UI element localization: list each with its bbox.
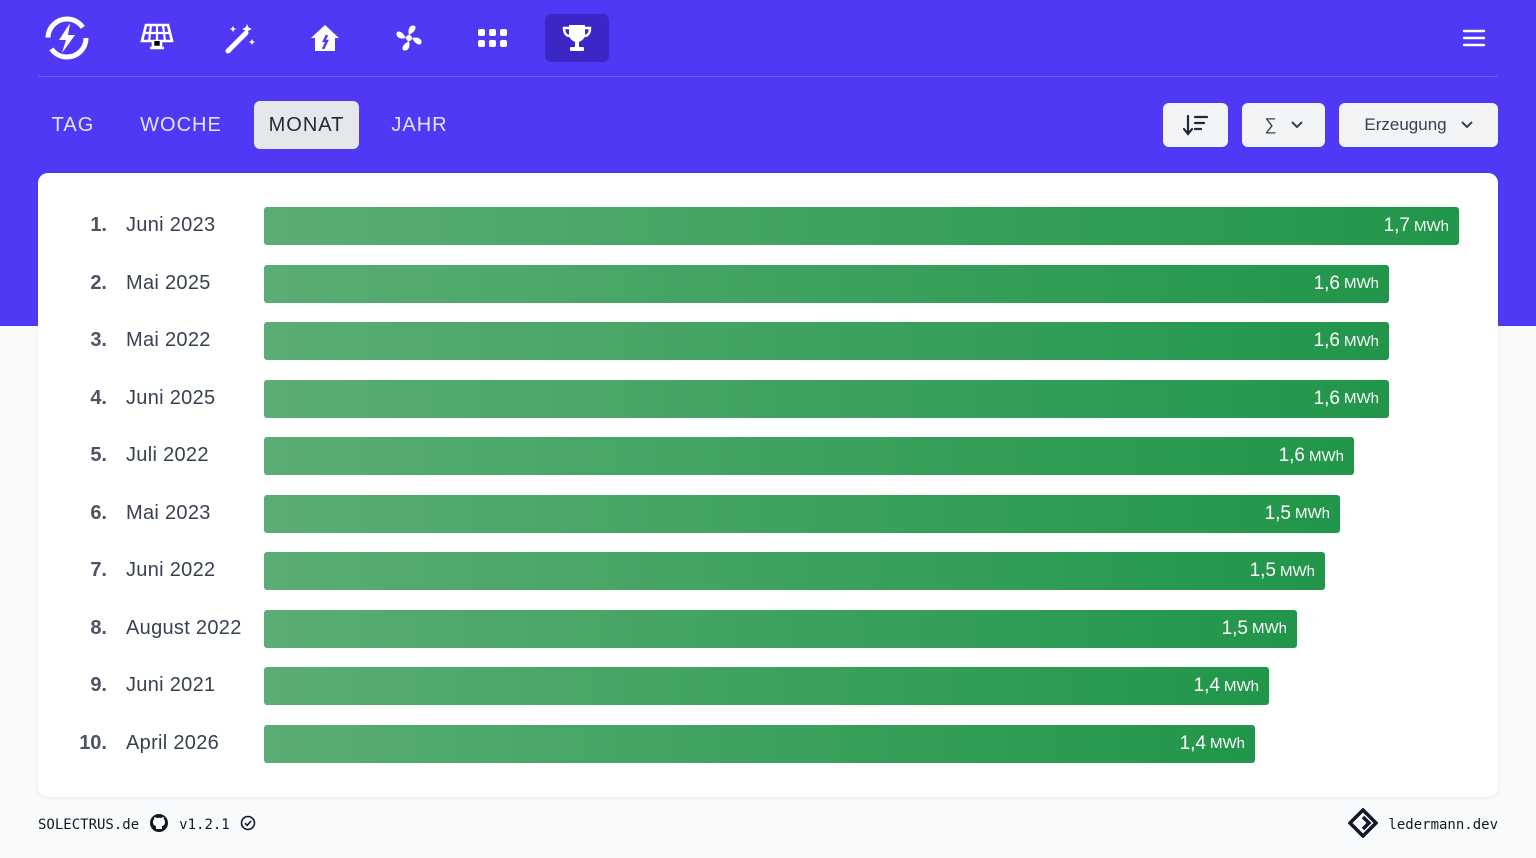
bar-unit: MWh (1414, 217, 1449, 235)
author-link[interactable]: ledermann.dev (1388, 817, 1498, 833)
version-label[interactable]: v1.2.1 (179, 817, 230, 833)
bar-unit: MWh (1344, 332, 1379, 350)
rank-number: 9. (90, 674, 107, 696)
footer-left: SOLECTRUS.de v1.2.1 (38, 814, 256, 836)
bar-value: 1,4 (1193, 675, 1220, 696)
value-bar[interactable]: 1,6 MWh (264, 322, 1389, 360)
month-label: August 2022 (126, 616, 242, 639)
solectrus-logo-icon[interactable] (35, 14, 99, 62)
rank-number: 3. (90, 329, 107, 351)
sort-descending-icon (1182, 114, 1208, 136)
ledermann-logo-icon (1347, 807, 1379, 842)
month-label: Juni 2023 (126, 214, 216, 236)
value-bar[interactable]: 1,4 MWh (264, 667, 1269, 705)
ranking-row: 9. Juni 2021 1,4 MWh (38, 666, 1498, 706)
tab-monat[interactable]: MONAT (254, 101, 359, 149)
tab-tag[interactable]: TAG (38, 101, 108, 149)
month-label: Juli 2022 (126, 444, 209, 466)
field-select[interactable]: Erzeugung (1339, 103, 1498, 147)
rank-number: 5. (90, 444, 107, 466)
value-bar[interactable]: 1,5 MWh (264, 609, 1297, 648)
value-bar[interactable]: 1,6 MWh (264, 437, 1354, 475)
rank-number: 2. (90, 271, 107, 294)
ranking-row: 7. Juni 2022 1,5 MWh (38, 551, 1498, 591)
ranking-row: 4. Juni 2025 1,6 MWh (38, 379, 1498, 419)
bar-unit: MWh (1295, 505, 1330, 522)
month-label: Juni 2022 (126, 559, 216, 581)
ranking-card: 1. Juni 2023 1,7 MWh 2. Mai 2025 1,6 MWh 3. Mai 2… (38, 173, 1498, 797)
chevron-down-icon (1290, 121, 1303, 129)
month-label: April 2026 (126, 731, 220, 754)
ranking-row: 10. April 2026 1,4 MWh (38, 724, 1498, 764)
value-bar[interactable]: 1,5 MWh (264, 552, 1325, 590)
month-label: Juni 2021 (126, 674, 216, 696)
footer-right: ledermann.dev (1347, 807, 1498, 842)
tab-woche[interactable]: WOCHE (126, 101, 236, 149)
rank-number: 10. (79, 731, 107, 754)
bar-value: 1,6 (1313, 387, 1340, 409)
solectrus-link[interactable]: SOLECTRUS.de (38, 817, 139, 833)
month-label: Mai 2025 (126, 271, 211, 294)
sort-button[interactable] (1163, 103, 1228, 147)
bar-unit: MWh (1309, 447, 1344, 465)
bar-value: 1,5 (1264, 502, 1291, 524)
house-icon[interactable] (293, 14, 357, 62)
check-circle-icon (240, 815, 256, 835)
bar-value: 1,7 (1383, 215, 1410, 236)
bar-value: 1,6 (1313, 330, 1340, 351)
grid-dots-icon[interactable] (461, 14, 525, 62)
month-label: Mai 2023 (126, 501, 211, 524)
value-bar[interactable]: 1,7 MWh (264, 207, 1459, 245)
rank-number: 8. (90, 616, 107, 639)
ranking-row: 5. Juli 2022 1,6 MWh (38, 436, 1498, 476)
aggregation-label: ∑ (1264, 115, 1277, 134)
ranking-row: 8. August 2022 1,5 MWh (38, 609, 1498, 649)
bar-unit: MWh (1224, 677, 1259, 695)
ranking-row: 6. Mai 2023 1,5 MWh (38, 494, 1498, 534)
bar-value: 1,6 (1313, 272, 1340, 294)
bar-value: 1,6 (1278, 445, 1305, 466)
bar-unit: MWh (1344, 275, 1379, 292)
magic-wand-icon[interactable] (209, 14, 273, 62)
bar-unit: MWh (1344, 390, 1379, 407)
rank-number: 4. (90, 386, 107, 409)
chevron-down-icon (1460, 121, 1473, 129)
solar-panel-icon[interactable] (125, 14, 189, 62)
github-icon[interactable] (149, 813, 169, 837)
trophy-icon[interactable] (545, 14, 609, 62)
bar-unit: MWh (1280, 562, 1315, 580)
top-navigation (38, 0, 1498, 77)
bar-unit: MWh (1252, 620, 1287, 637)
rank-number: 6. (90, 501, 107, 524)
bar-value: 1,5 (1249, 560, 1276, 581)
value-bar[interactable]: 1,6 MWh (264, 379, 1389, 418)
field-label: Erzeugung (1364, 115, 1447, 134)
ranking-row: 3. Mai 2022 1,6 MWh (38, 321, 1498, 361)
rank-number: 7. (90, 559, 107, 581)
bar-value: 1,5 (1221, 617, 1248, 639)
bar-value: 1,4 (1179, 732, 1206, 754)
aggregation-select[interactable]: ∑ (1242, 103, 1325, 147)
hamburger-menu-icon[interactable] (1450, 14, 1498, 62)
bar-unit: MWh (1210, 735, 1245, 752)
value-bar[interactable]: 1,4 MWh (264, 724, 1255, 763)
value-bar[interactable]: 1,5 MWh (264, 494, 1340, 533)
rank-number: 1. (90, 214, 107, 236)
ranking-row: 2. Mai 2025 1,6 MWh (38, 264, 1498, 304)
month-label: Juni 2025 (126, 386, 216, 409)
month-label: Mai 2022 (126, 329, 211, 351)
fan-icon[interactable] (377, 14, 441, 62)
value-bar[interactable]: 1,6 MWh (264, 264, 1389, 303)
ranking-row: 1. Juni 2023 1,7 MWh (38, 206, 1498, 246)
tab-jahr[interactable]: JAHR (377, 101, 462, 149)
